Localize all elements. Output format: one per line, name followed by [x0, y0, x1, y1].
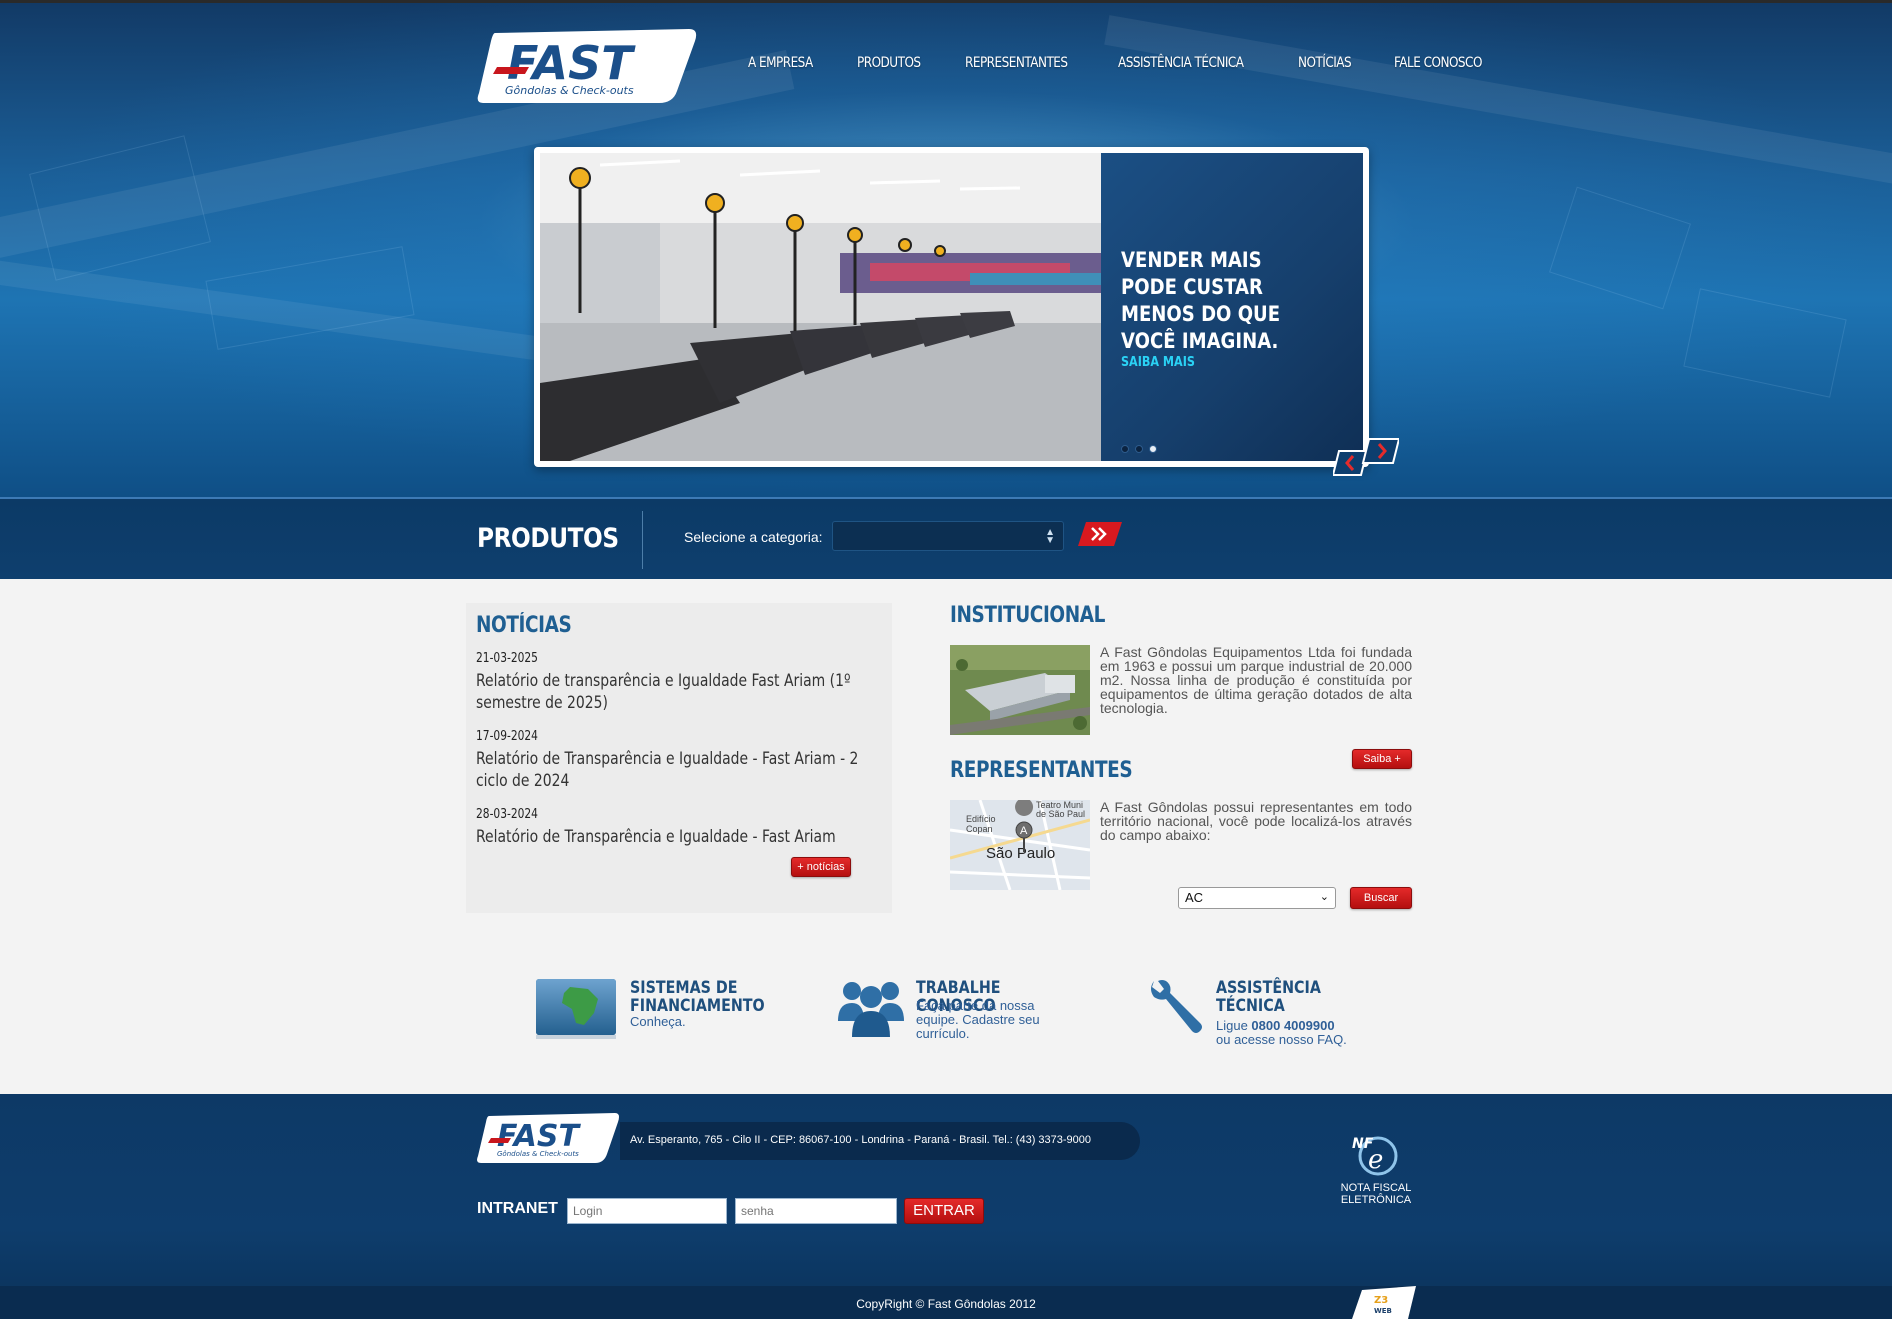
news-item[interactable]: 21-03-2025 Relatório de transparência e …	[476, 651, 886, 714]
slider-dots	[1121, 445, 1157, 453]
nfe-logo-icon: FAST NF e	[1352, 1136, 1398, 1176]
password-input[interactable]	[735, 1198, 897, 1224]
blueprint-shape	[1683, 288, 1847, 398]
slide-caption-panel: VENDER MAIS PODE CUSTAR MENOS DO QUE VOC…	[1101, 153, 1363, 461]
more-news-button[interactable]: + notícias	[791, 857, 851, 877]
feature-text-suffix: ou acesse nosso FAQ.	[1216, 1032, 1347, 1047]
blueprint-shape	[29, 135, 211, 281]
main-nav: A EMPRESA PRODUTOS REPRESENTANTES ASSIST…	[748, 55, 1530, 71]
hero-banner: FAST Gôndolas & Check-outs A EMPRESA PRO…	[0, 0, 1892, 497]
products-title: PRODUTOS	[477, 523, 619, 554]
developer-logo[interactable]: Z3 WEB	[1352, 1286, 1416, 1319]
slider-dot[interactable]	[1135, 445, 1143, 453]
logo-wordmark: FAST	[507, 36, 636, 90]
feature-financing[interactable]: SISTEMAS DE FINANCIAMENTO Conheça.	[536, 977, 776, 1057]
map-label: Copan	[966, 824, 993, 834]
blueprint-shape	[1549, 186, 1691, 310]
main-content: NOTÍCIAS 21-03-2025 Relatório de transpa…	[0, 579, 1892, 1094]
news-date: 21-03-2025	[476, 651, 538, 666]
news-panel: NOTÍCIAS 21-03-2025 Relatório de transpa…	[466, 603, 892, 913]
nav-item-noticias[interactable]: NOTÍCIAS	[1298, 55, 1352, 71]
news-title[interactable]: Relatório de Transparência e Igualdade -…	[476, 826, 870, 848]
institutional-text: A Fast Gôndolas Equipamentos Ltda foi fu…	[1100, 644, 1412, 716]
fast-logo[interactable]: FAST Gôndolas & Check-outs	[477, 27, 697, 105]
map-label: Edifício	[966, 814, 996, 824]
wrench-icon	[1151, 980, 1202, 1033]
nav-item-assistencia[interactable]: ASSISTÊNCIA TÉCNICA	[1118, 55, 1244, 71]
institutional-section: INSTITUCIONAL A Fast Gôndolas Equipament…	[950, 603, 1412, 909]
copyright-text: CopyRight © Fast Gôndolas 2012	[856, 1297, 1036, 1311]
news-date: 17-09-2024	[476, 729, 538, 744]
map-city-label: São Paulo	[986, 845, 1055, 862]
footer-fast-logo[interactable]: FAST Gôndolas & Check-outs	[477, 1112, 619, 1164]
nav-item-produtos[interactable]: PRODUTOS	[857, 55, 921, 71]
svg-text:WEB: WEB	[1374, 1307, 1392, 1315]
news-item[interactable]: 17-09-2024 Relatório de Transparência e …	[476, 729, 886, 792]
brazil-map-card-icon	[536, 979, 616, 1039]
hero-slider: VENDER MAIS PODE CUSTAR MENOS DO QUE VOC…	[534, 147, 1369, 467]
feature-text: Ligue 0800 4009900 ou acesse nosso FAQ.	[1216, 1019, 1396, 1047]
category-select[interactable]: ▲ ▼	[832, 521, 1064, 551]
category-label: Selecione a categoria:	[684, 529, 823, 545]
slider-dot[interactable]	[1121, 445, 1129, 453]
nfe-label: NOTA FISCAL ELETRÔNICA	[1340, 1182, 1412, 1206]
map-label: de São Paul	[1036, 809, 1085, 819]
select-caret-icon: ▲ ▼	[1045, 527, 1055, 546]
feature-text: Faça parte da nossa equipe. Cadastre seu…	[916, 998, 1040, 1041]
site-footer: Av. Esperanto, 765 - Cilo II - CEP: 8606…	[0, 1094, 1892, 1319]
representatives-heading: REPRESENTANTES	[950, 758, 1133, 783]
slider-arrows	[1333, 438, 1399, 476]
feature-text-prefix: Ligue	[1216, 1018, 1252, 1033]
factory-aerial-photo	[950, 645, 1090, 735]
feature-title: ASSISTÊNCIA TÉCNICA	[1216, 978, 1321, 1016]
enter-button[interactable]: ENTRAR	[904, 1198, 984, 1224]
chevron-down-icon: ⌄	[1319, 891, 1329, 903]
nav-item-representantes[interactable]: REPRESENTANTES	[965, 55, 1068, 71]
svg-text:e: e	[1368, 1145, 1383, 1175]
news-title[interactable]: Relatório de Transparência e Igualdade -…	[476, 748, 870, 792]
feature-text: Conheça.	[630, 1014, 686, 1029]
svg-text:A: A	[1020, 825, 1028, 837]
login-input[interactable]	[567, 1198, 727, 1224]
state-select-value: AC	[1185, 890, 1204, 905]
logo-wordmark: FAST	[497, 1119, 581, 1154]
sao-paulo-map: Edifício Copan Teatro Muni de São Paul S…	[950, 800, 1090, 890]
slide-headline: VENDER MAIS PODE CUSTAR MENOS DO QUE VOC…	[1121, 248, 1281, 353]
checkout-lanes-photo	[540, 153, 1101, 461]
category-go-button[interactable]	[1078, 521, 1122, 547]
search-representatives-button[interactable]: Buscar	[1350, 887, 1412, 909]
nfe-link[interactable]: FAST NF e NOTA FISCAL ELETRÔNICA	[1336, 1132, 1416, 1212]
saiba-mais-link[interactable]: SAIBA MAIS	[1121, 355, 1195, 370]
feature-support[interactable]: ASSISTÊNCIA TÉCNICA Ligue 0800 4009900 o…	[1146, 977, 1396, 1057]
address-bar: Av. Esperanto, 765 - Cilo II - CEP: 8606…	[620, 1122, 1140, 1160]
logo-tagline: Gôndolas & Check-outs	[497, 1150, 579, 1158]
slider-dot-active[interactable]	[1149, 445, 1157, 453]
feature-title: SISTEMAS DE FINANCIAMENTO	[630, 978, 765, 1016]
news-date: 28-03-2024	[476, 807, 538, 822]
intranet-label: INTRANET	[477, 1200, 558, 1217]
nav-item-fale-conosco[interactable]: FALE CONOSCO	[1394, 55, 1482, 71]
support-phone: 0800 4009900	[1251, 1018, 1335, 1033]
next-arrow-icon[interactable]	[1361, 438, 1399, 464]
feature-careers[interactable]: TRABALHE CONOSCO Faça parte da nossa equ…	[838, 977, 1098, 1057]
prev-arrow-icon[interactable]	[1333, 450, 1369, 476]
saiba-mais-button[interactable]: Saiba +	[1352, 749, 1412, 769]
state-select[interactable]: AC ⌄	[1178, 887, 1336, 909]
products-bar: PRODUTOS Selecione a categoria: ▲ ▼	[0, 497, 1892, 579]
news-item[interactable]: 28-03-2024 Relatório de Transparência e …	[476, 807, 886, 848]
divider	[642, 511, 643, 569]
copyright-bar: CopyRight © Fast Gôndolas 2012	[0, 1286, 1892, 1319]
company-address: Av. Esperanto, 765 - Cilo II - CEP: 8606…	[630, 1134, 1092, 1146]
representatives-text: A Fast Gôndolas possui representantes em…	[1100, 799, 1412, 843]
nav-item-empresa[interactable]: A EMPRESA	[748, 55, 813, 71]
news-heading: NOTÍCIAS	[476, 613, 572, 638]
people-group-icon	[838, 982, 904, 1037]
developer-logo-text: Z3	[1374, 1295, 1388, 1306]
news-title[interactable]: Relatório de transparência e Igualdade F…	[476, 670, 870, 714]
logo-tagline: Gôndolas & Check-outs	[505, 84, 634, 97]
institutional-heading: INSTITUCIONAL	[950, 603, 1105, 628]
